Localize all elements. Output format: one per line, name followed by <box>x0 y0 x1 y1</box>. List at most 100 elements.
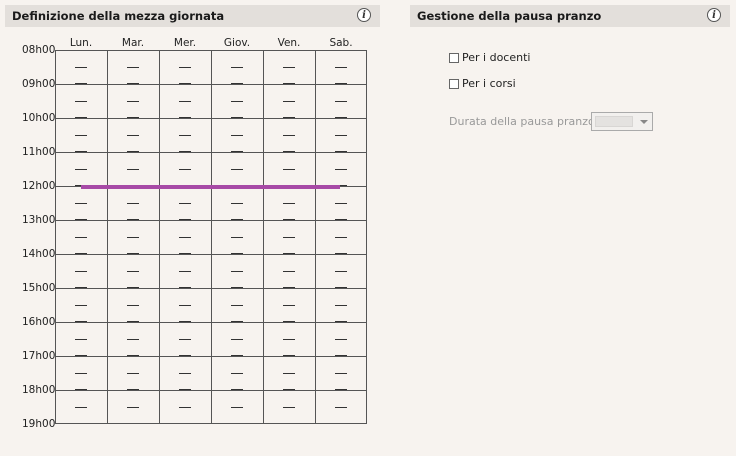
half-hour-slot[interactable] <box>283 339 295 340</box>
checkbox-courses[interactable] <box>449 78 459 89</box>
half-hour-slot[interactable] <box>75 389 87 390</box>
half-hour-slot[interactable] <box>335 203 347 204</box>
half-hour-slot[interactable] <box>335 407 347 408</box>
half-hour-slot[interactable] <box>127 151 139 152</box>
half-hour-slot[interactable] <box>75 83 87 84</box>
half-hour-slot[interactable] <box>283 271 295 272</box>
half-hour-slot[interactable] <box>179 67 191 68</box>
half-hour-slot[interactable] <box>283 287 295 288</box>
half-hour-slot[interactable] <box>179 169 191 170</box>
half-hour-slot[interactable] <box>231 407 243 408</box>
half-hour-slot[interactable] <box>75 373 87 374</box>
half-hour-slot[interactable] <box>231 271 243 272</box>
half-hour-slot[interactable] <box>283 83 295 84</box>
half-hour-slot[interactable] <box>75 305 87 306</box>
half-hour-slot[interactable] <box>231 305 243 306</box>
half-hour-slot[interactable] <box>335 305 347 306</box>
half-hour-slot[interactable] <box>231 151 243 152</box>
half-hour-slot[interactable] <box>75 287 87 288</box>
half-hour-slot[interactable] <box>75 253 87 254</box>
half-hour-slot[interactable] <box>283 373 295 374</box>
half-hour-slot[interactable] <box>127 169 139 170</box>
half-hour-slot[interactable] <box>75 203 87 204</box>
half-hour-slot[interactable] <box>335 373 347 374</box>
half-hour-slot[interactable] <box>179 219 191 220</box>
half-hour-slot[interactable] <box>283 253 295 254</box>
half-hour-slot[interactable] <box>179 203 191 204</box>
half-hour-slot[interactable] <box>179 373 191 374</box>
half-hour-slot[interactable] <box>75 135 87 136</box>
half-hour-slot[interactable] <box>179 287 191 288</box>
half-hour-slot[interactable] <box>335 339 347 340</box>
half-hour-slot[interactable] <box>127 321 139 322</box>
half-hour-slot[interactable] <box>231 355 243 356</box>
half-hour-slot[interactable] <box>283 321 295 322</box>
half-hour-slot[interactable] <box>335 253 347 254</box>
half-hour-slot[interactable] <box>179 389 191 390</box>
half-hour-slot[interactable] <box>283 117 295 118</box>
half-hour-slot[interactable] <box>335 67 347 68</box>
midday-marker[interactable] <box>81 185 340 189</box>
checkbox-teachers-row[interactable]: Per i docenti <box>449 51 530 64</box>
half-hour-slot[interactable] <box>75 101 87 102</box>
half-hour-slot[interactable] <box>283 101 295 102</box>
half-hour-slot[interactable] <box>335 83 347 84</box>
half-hour-slot[interactable] <box>75 151 87 152</box>
half-hour-slot[interactable] <box>75 271 87 272</box>
half-hour-slot[interactable] <box>335 219 347 220</box>
half-hour-slot[interactable] <box>231 135 243 136</box>
half-hour-slot[interactable] <box>127 389 139 390</box>
half-hour-slot[interactable] <box>231 83 243 84</box>
half-hour-slot[interactable] <box>335 271 347 272</box>
half-hour-slot[interactable] <box>127 135 139 136</box>
half-hour-slot[interactable] <box>179 339 191 340</box>
half-hour-slot[interactable] <box>127 117 139 118</box>
timetable-grid[interactable] <box>55 50 367 424</box>
half-hour-slot[interactable] <box>127 339 139 340</box>
half-hour-slot[interactable] <box>335 321 347 322</box>
half-hour-slot[interactable] <box>127 67 139 68</box>
half-hour-slot[interactable] <box>283 407 295 408</box>
half-hour-slot[interactable] <box>179 321 191 322</box>
half-hour-slot[interactable] <box>335 389 347 390</box>
half-hour-slot[interactable] <box>179 355 191 356</box>
half-hour-slot[interactable] <box>231 237 243 238</box>
half-hour-slot[interactable] <box>127 253 139 254</box>
checkbox-teachers[interactable] <box>449 52 459 63</box>
half-hour-slot[interactable] <box>75 237 87 238</box>
half-hour-slot[interactable] <box>179 83 191 84</box>
half-hour-slot[interactable] <box>231 117 243 118</box>
half-hour-slot[interactable] <box>179 151 191 152</box>
half-hour-slot[interactable] <box>335 135 347 136</box>
half-hour-slot[interactable] <box>127 271 139 272</box>
info-icon[interactable]: i <box>707 8 721 22</box>
half-hour-slot[interactable] <box>335 355 347 356</box>
half-hour-slot[interactable] <box>283 219 295 220</box>
half-hour-slot[interactable] <box>283 203 295 204</box>
half-hour-slot[interactable] <box>75 321 87 322</box>
half-hour-slot[interactable] <box>283 389 295 390</box>
half-hour-slot[interactable] <box>283 237 295 238</box>
half-hour-slot[interactable] <box>127 101 139 102</box>
half-hour-slot[interactable] <box>127 355 139 356</box>
half-hour-slot[interactable] <box>231 389 243 390</box>
half-hour-slot[interactable] <box>75 339 87 340</box>
half-hour-slot[interactable] <box>335 151 347 152</box>
half-hour-slot[interactable] <box>231 321 243 322</box>
half-hour-slot[interactable] <box>283 169 295 170</box>
half-hour-slot[interactable] <box>231 67 243 68</box>
half-hour-slot[interactable] <box>335 287 347 288</box>
half-hour-slot[interactable] <box>75 67 87 68</box>
info-icon[interactable]: i <box>357 8 371 22</box>
half-hour-slot[interactable] <box>231 339 243 340</box>
half-hour-slot[interactable] <box>75 355 87 356</box>
chevron-down-icon[interactable] <box>640 120 648 124</box>
half-hour-slot[interactable] <box>335 237 347 238</box>
half-hour-slot[interactable] <box>127 203 139 204</box>
half-hour-slot[interactable] <box>127 83 139 84</box>
half-hour-slot[interactable] <box>335 169 347 170</box>
half-hour-slot[interactable] <box>231 169 243 170</box>
half-hour-slot[interactable] <box>179 271 191 272</box>
half-hour-slot[interactable] <box>127 407 139 408</box>
half-hour-slot[interactable] <box>231 101 243 102</box>
